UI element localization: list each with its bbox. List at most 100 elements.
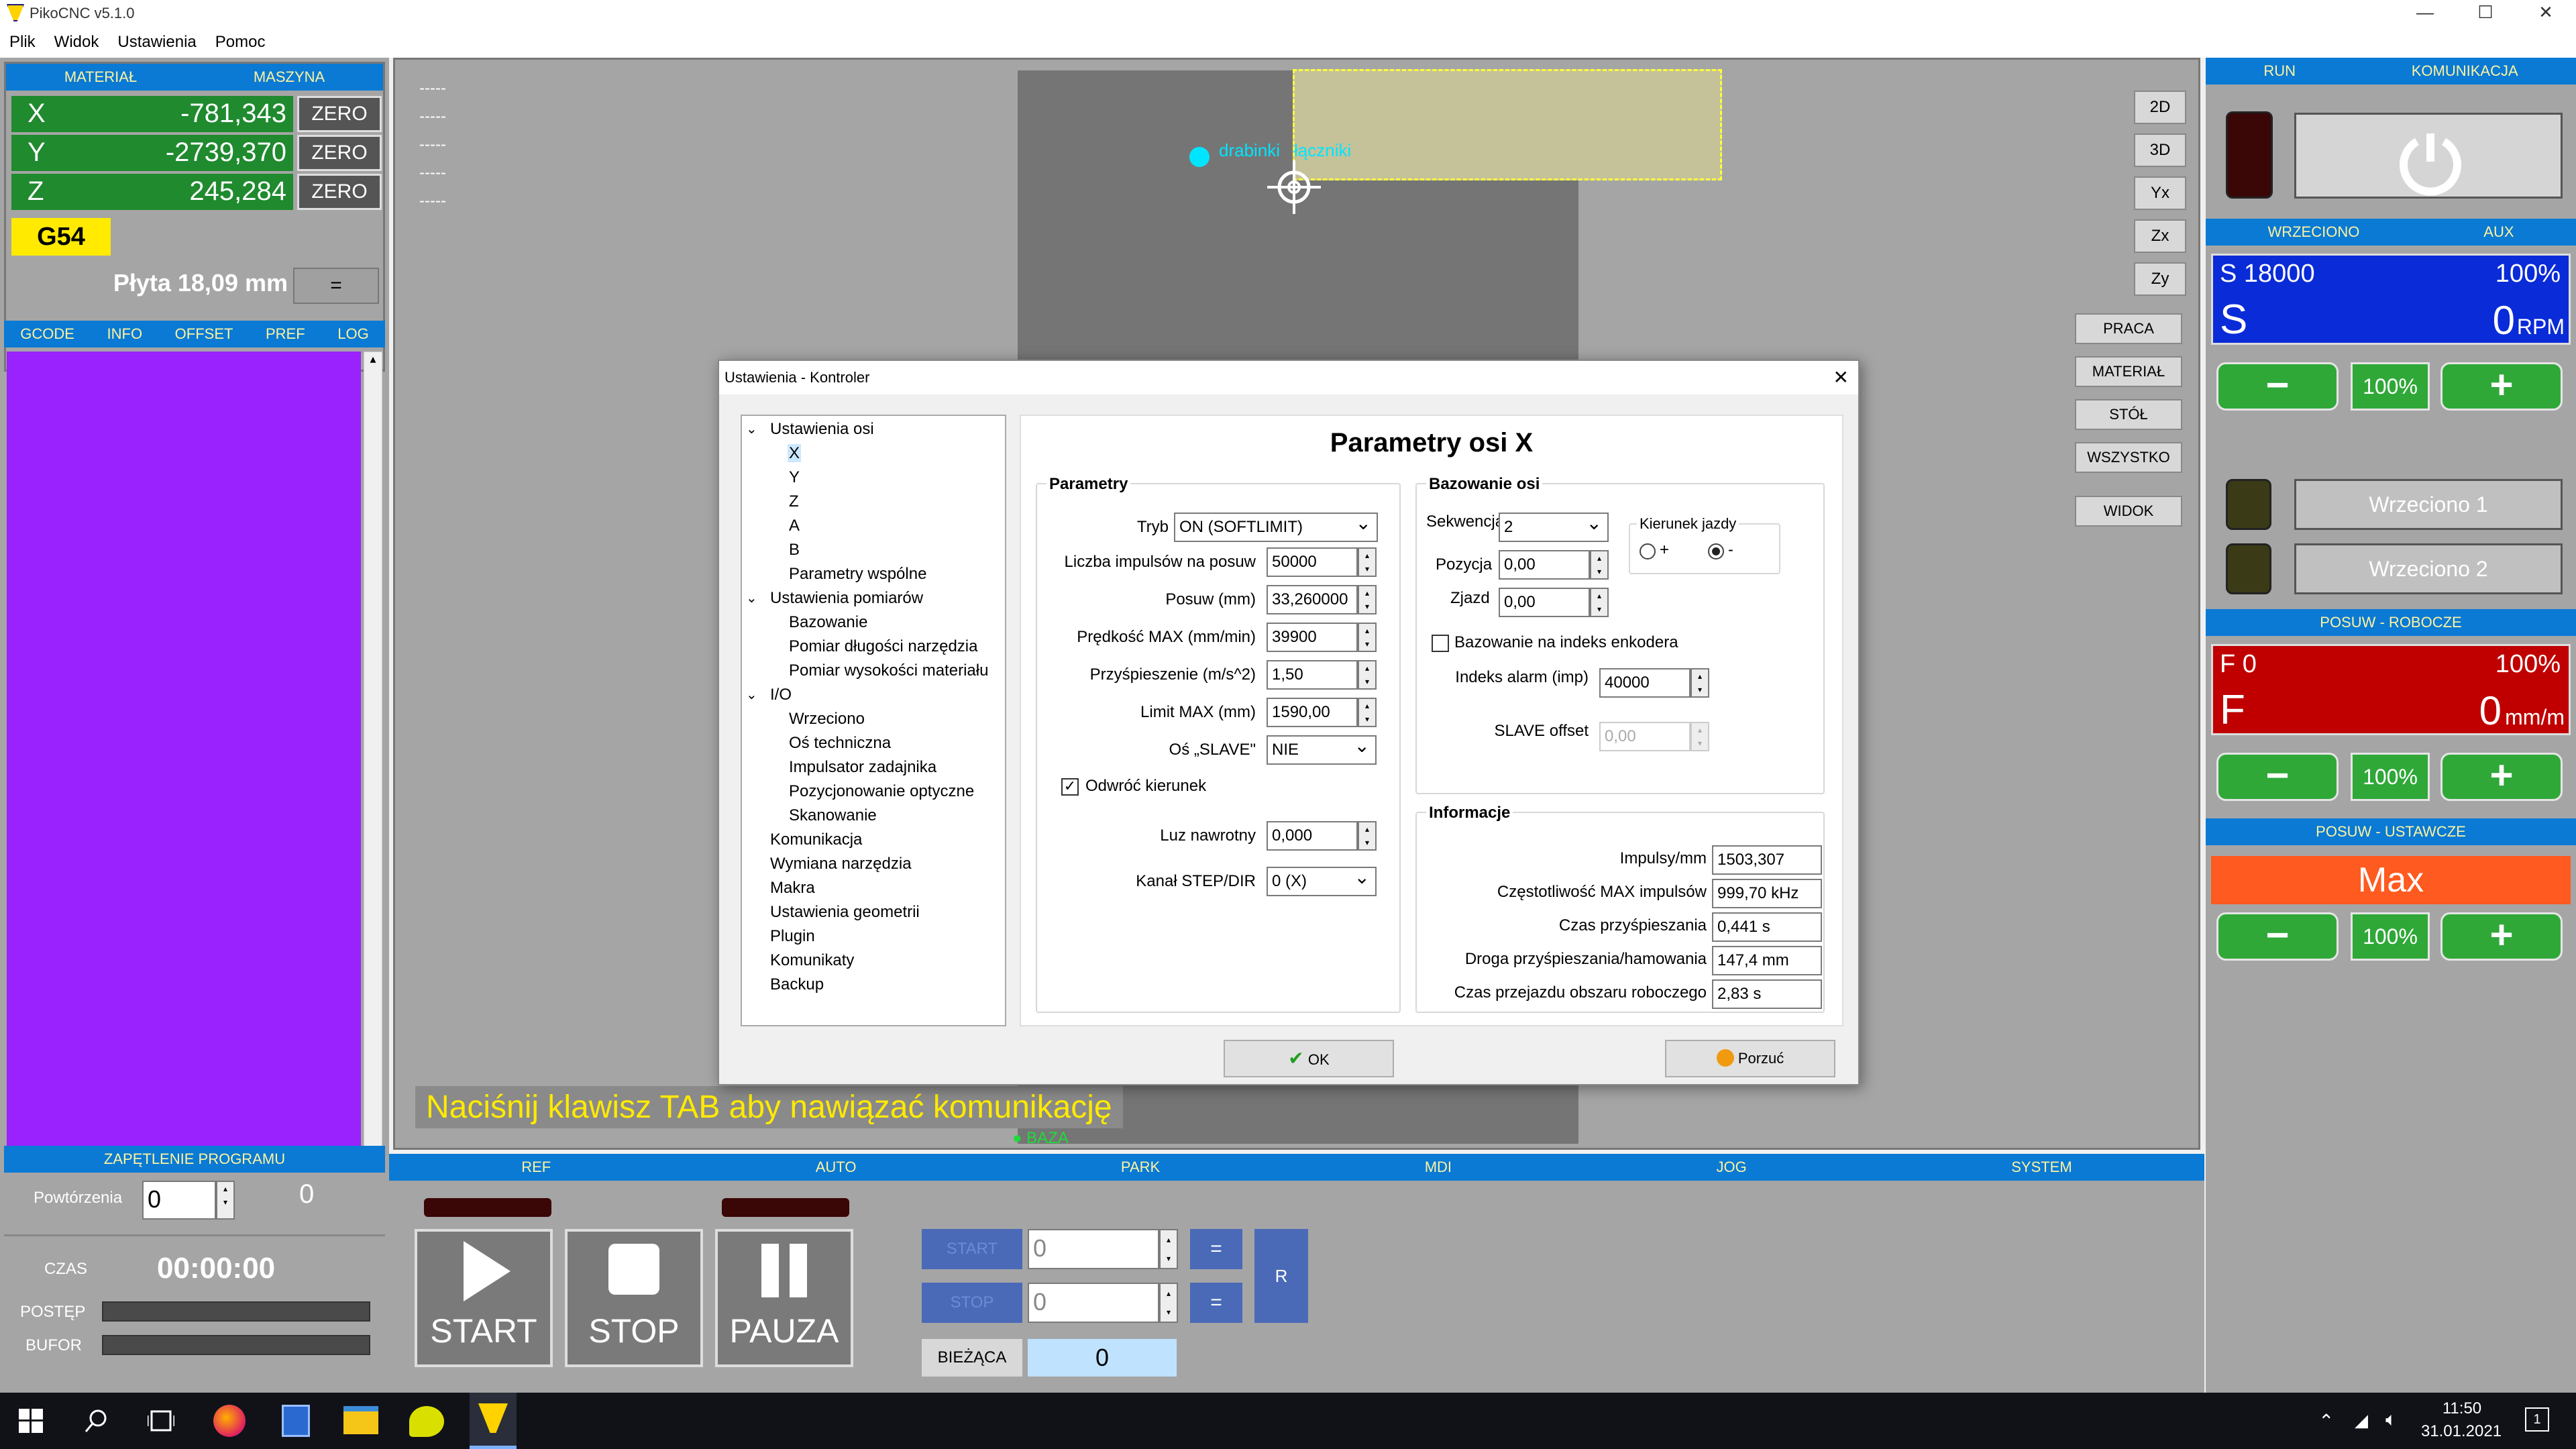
tree-item[interactable]: Makra [742, 876, 1005, 900]
spindle-plus-button[interactable]: + [2440, 362, 2563, 411]
slave-offset-input[interactable]: 0,00 [1599, 722, 1690, 751]
feed-pct-button[interactable]: 100% [2351, 753, 2430, 801]
alarm-input[interactable]: 40000 [1599, 668, 1690, 698]
task-view-icon[interactable] [148, 1409, 174, 1433]
rapid-minus-button[interactable]: − [2216, 912, 2339, 961]
slave-select[interactable]: NIE [1267, 733, 1377, 765]
plate-button[interactable]: = [293, 268, 379, 304]
tree-item[interactable]: Oś techniczna [742, 731, 1005, 755]
layer-item[interactable]: ----- [419, 187, 446, 215]
tab-gcode[interactable]: GCODE [20, 321, 74, 347]
backlash-spinner[interactable]: ▴ ▾ [1358, 821, 1377, 851]
tree-item[interactable]: A [742, 514, 1005, 538]
tab-material[interactable]: MATERIAŁ [64, 64, 137, 91]
tree-item[interactable]: B [742, 538, 1005, 562]
rapid-pct-button[interactable]: 100% [2351, 912, 2430, 961]
zoom-table-button[interactable]: STÓŁ [2075, 399, 2182, 430]
layer-item[interactable]: ----- [419, 131, 446, 159]
spindle2-button[interactable]: Wrzeciono 2 [2294, 543, 2563, 594]
volume-icon[interactable]: 🔈︎ [2385, 1409, 2397, 1431]
tab-system[interactable]: SYSTEM [2011, 1154, 2072, 1181]
zero-z-button[interactable]: ZERO [297, 174, 382, 210]
layer-item[interactable]: ----- [419, 74, 446, 103]
tree-item[interactable]: Wrzeciono [742, 707, 1005, 731]
app-icon-yellow[interactable] [409, 1406, 444, 1437]
view-2d-button[interactable]: 2D [2134, 91, 2186, 124]
line-start-spinner[interactable]: ▴ ▾ [1159, 1229, 1178, 1269]
limit-input[interactable]: 1590,00 [1267, 698, 1358, 727]
scroll-up-icon[interactable]: ▴ [364, 352, 382, 366]
tab-machine[interactable]: MASZYNA [254, 64, 325, 91]
mode-select[interactable]: ON (SOFTLIMIT) [1174, 510, 1378, 542]
zoom-work-button[interactable]: PRACA [2075, 313, 2182, 344]
tree-item[interactable]: Skanowanie [742, 804, 1005, 828]
tree-item[interactable]: ⌄ Ustawienia osi [742, 417, 1005, 441]
tree-item[interactable]: Komunikacja [742, 828, 1005, 852]
exit-input[interactable]: 0,00 [1499, 588, 1590, 617]
ok-button[interactable]: ✔ OK [1224, 1040, 1394, 1077]
rapid-plus-button[interactable]: + [2440, 912, 2563, 961]
file-explorer-icon[interactable] [343, 1406, 378, 1434]
vmax-input[interactable]: 39900 [1267, 623, 1358, 652]
start-button[interactable]: START [415, 1229, 553, 1367]
position-input[interactable]: 0,00 [1499, 550, 1590, 580]
line-stop-button[interactable]: STOP [922, 1283, 1022, 1323]
search-icon[interactable] [83, 1407, 110, 1434]
zero-y-button[interactable]: ZERO [297, 135, 382, 171]
firefox-icon[interactable] [213, 1405, 246, 1437]
spindle-minus-button[interactable]: − [2216, 362, 2339, 411]
tree-item[interactable]: Plugin [742, 924, 1005, 949]
pause-button[interactable]: PAUZA [715, 1229, 853, 1367]
menu-pomoc[interactable]: Pomoc [206, 27, 275, 58]
tab-ref[interactable]: REF [521, 1154, 551, 1181]
menu-plik[interactable]: Plik [0, 27, 45, 58]
clock-time[interactable]: 11:50 [2428, 1399, 2496, 1418]
view-zx-button[interactable]: Zx [2134, 219, 2186, 253]
tree-item[interactable]: Bazowanie [742, 610, 1005, 635]
tree-item[interactable]: Ustawienia geometrii [742, 900, 1005, 924]
tree-item[interactable]: Pomiar wysokości materiału [742, 659, 1005, 683]
calculator-icon[interactable] [282, 1405, 310, 1437]
power-button[interactable] [2294, 113, 2563, 199]
pulses-spinner[interactable]: ▴ ▾ [1358, 547, 1377, 577]
dialog-close-icon[interactable]: ✕ [1833, 366, 1849, 388]
line-stop-eq-button[interactable]: = [1190, 1283, 1242, 1323]
tab-park[interactable]: PARK [1121, 1154, 1160, 1181]
channel-select[interactable]: 0 (X) [1267, 864, 1377, 896]
tray-chevron-icon[interactable]: ⌃ [2318, 1410, 2334, 1432]
tab-jog[interactable]: JOG [1717, 1154, 1747, 1181]
view-button[interactable]: WIDOK [2075, 496, 2182, 527]
maximize-button[interactable]: ☐ [2455, 0, 2516, 27]
tree-item[interactable]: Impulsator zadajnika [742, 755, 1005, 780]
exit-spinner[interactable]: ▴ ▾ [1590, 588, 1609, 617]
tree-item[interactable]: Komunikaty [742, 949, 1005, 973]
view-3d-button[interactable]: 3D [2134, 133, 2186, 167]
tree-item[interactable]: ⌄ Ustawienia pomiarów [742, 586, 1005, 610]
index-checkbox[interactable] [1432, 635, 1449, 652]
tab-log[interactable]: LOG [337, 321, 368, 347]
direction-plus-radio[interactable] [1640, 543, 1656, 559]
close-button[interactable]: ✕ [2516, 0, 2576, 27]
menu-widok[interactable]: Widok [45, 27, 109, 58]
tab-pref[interactable]: PREF [266, 321, 305, 347]
feed-input[interactable]: 33,260000 [1267, 585, 1358, 614]
alarm-spinner[interactable]: ▴ ▾ [1690, 668, 1709, 698]
tab-mdi[interactable]: MDI [1425, 1154, 1452, 1181]
zero-x-button[interactable]: ZERO [297, 96, 382, 132]
line-start-input[interactable]: 0 [1028, 1229, 1159, 1269]
feed-spinner[interactable]: ▴ ▾ [1358, 585, 1377, 614]
tree-item[interactable]: Pomiar długości narzędzia [742, 635, 1005, 659]
sequence-select[interactable]: 2 [1499, 510, 1609, 542]
zoom-material-button[interactable]: MATERIAŁ [2075, 356, 2182, 387]
feed-plus-button[interactable]: + [2440, 753, 2563, 801]
cancel-button[interactable]: Porzuć [1665, 1040, 1835, 1077]
clock-date[interactable]: 31.01.2021 [2418, 1422, 2505, 1441]
tree-item[interactable]: Parametry wspólne [742, 562, 1005, 586]
menu-ustawienia[interactable]: Ustawienia [108, 27, 205, 58]
gcode-scrollbar[interactable]: ▴ ▾ [364, 352, 382, 1158]
pulses-input[interactable]: 50000 [1267, 547, 1358, 577]
direction-minus-radio[interactable] [1708, 543, 1724, 559]
network-icon[interactable]: ◢ [2355, 1410, 2368, 1431]
gcode-view[interactable] [7, 352, 361, 1158]
tree-item[interactable]: X [742, 441, 1005, 466]
